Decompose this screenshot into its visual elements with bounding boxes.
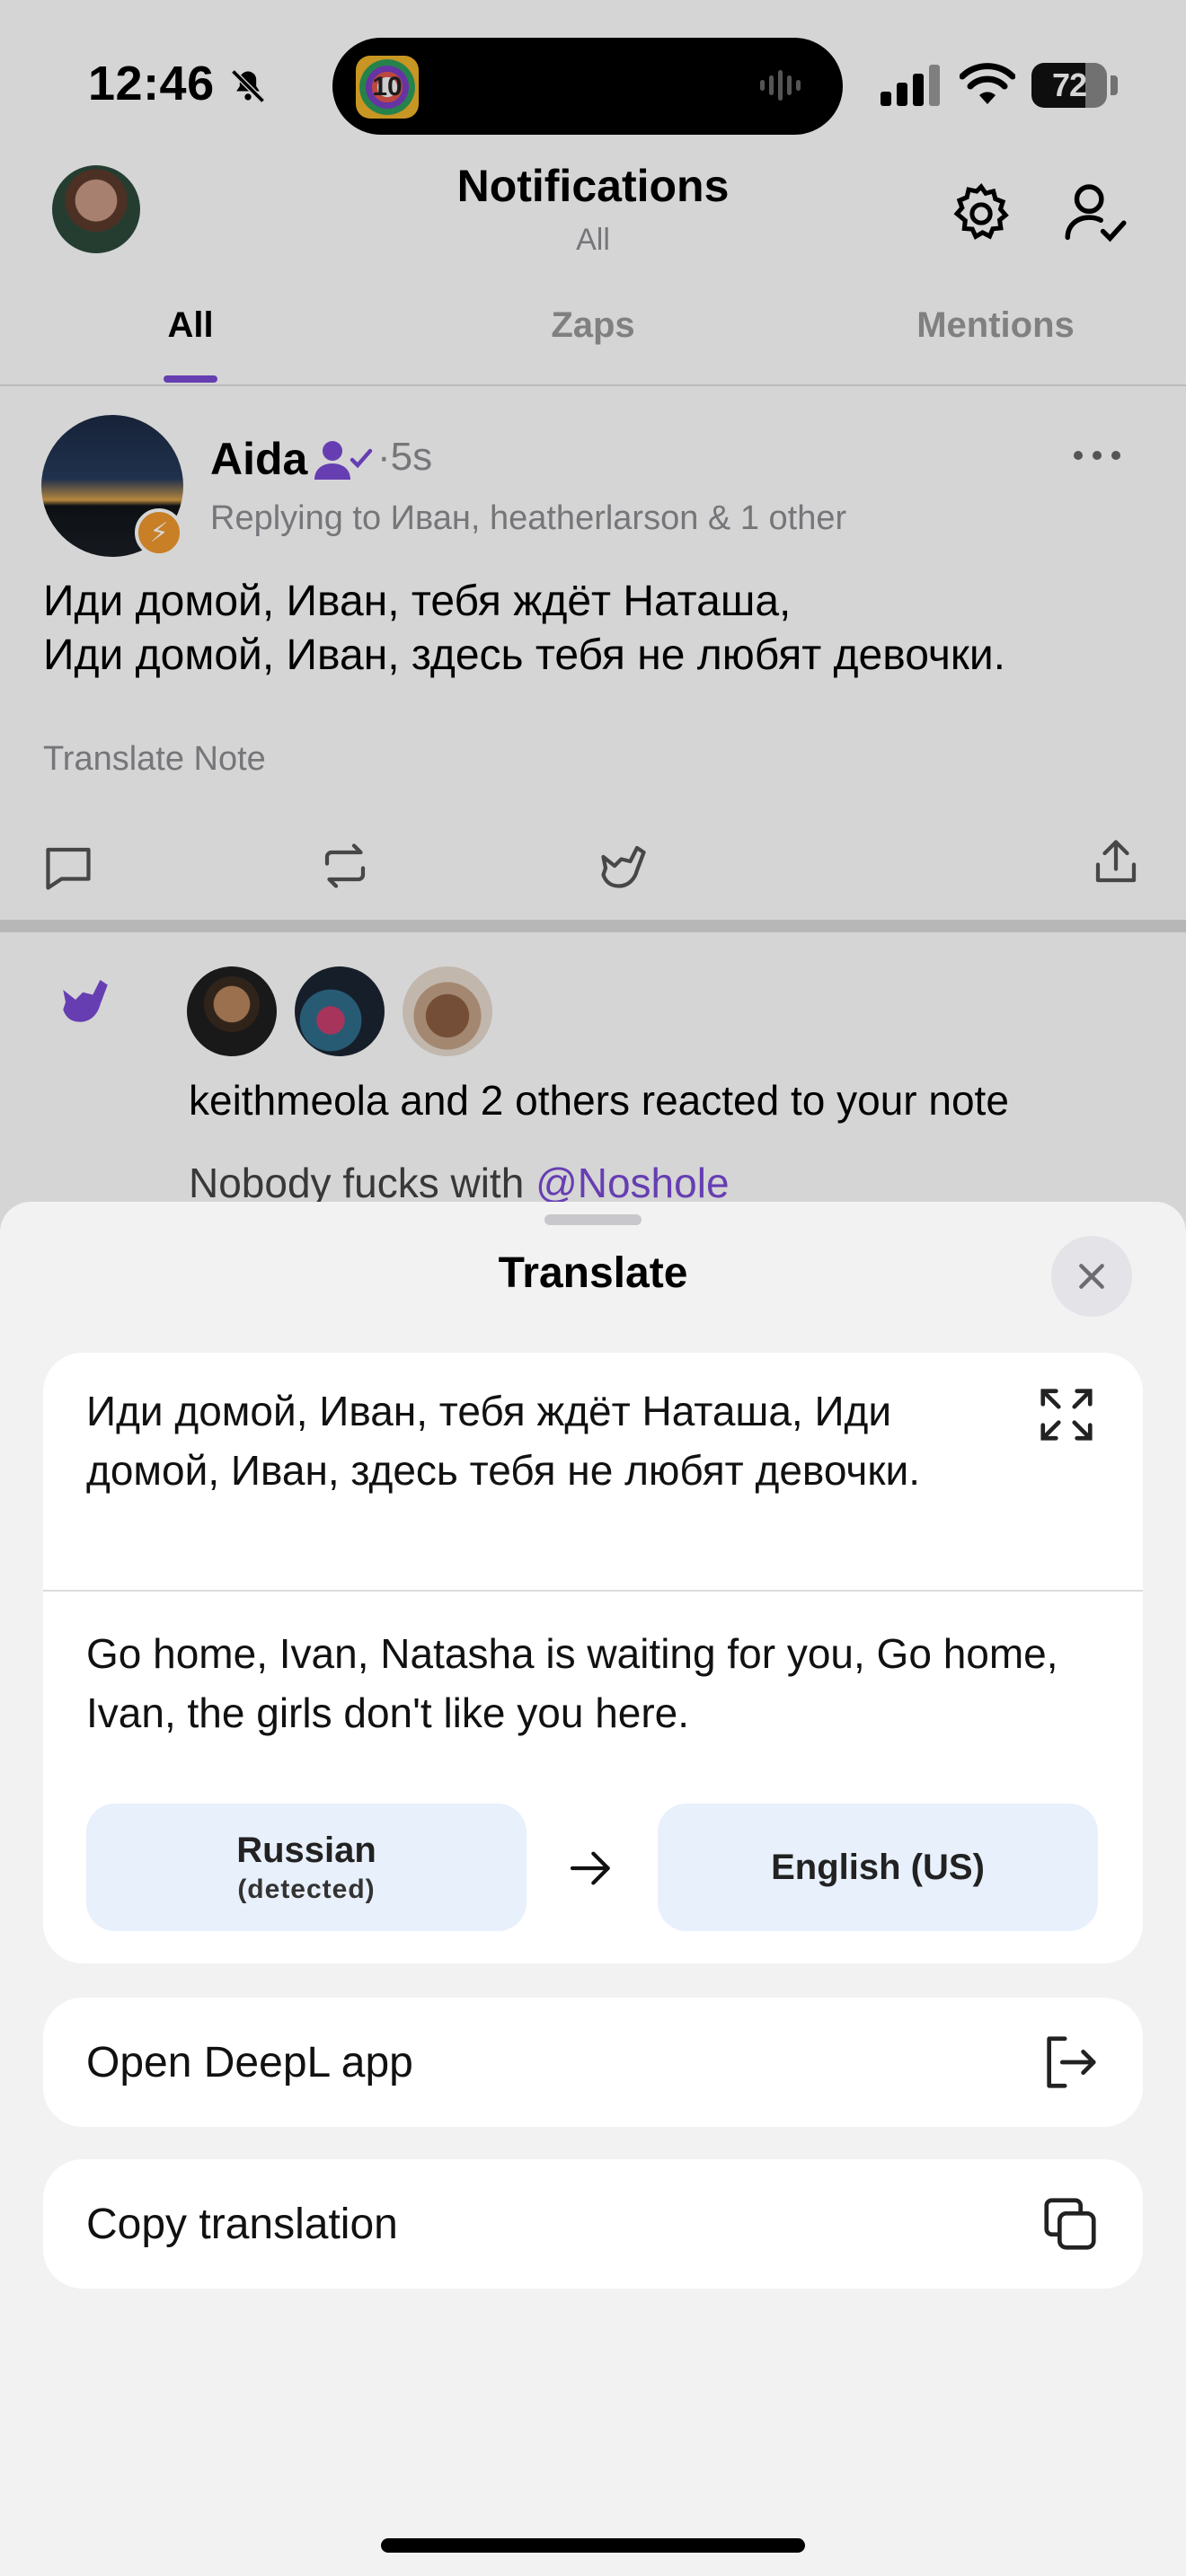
battery-tip bbox=[1111, 75, 1118, 95]
card-divider bbox=[43, 1590, 1143, 1592]
repost-icon[interactable] bbox=[318, 839, 372, 893]
post-timestamp: ·5s bbox=[377, 435, 433, 479]
audio-waveform-icon bbox=[760, 70, 805, 101]
zap-bolt-icon: ⚡ bbox=[135, 508, 183, 557]
home-indicator[interactable] bbox=[381, 2538, 805, 2553]
copy-icon bbox=[1044, 2198, 1096, 2250]
translated-text[interactable]: Go home, Ivan, Natasha is waiting for yo… bbox=[86, 1624, 1111, 1742]
copy-translation-label: Copy translation bbox=[86, 2200, 398, 2248]
open-external-icon bbox=[1047, 2036, 1096, 2088]
quote-text: Nobody fucks with bbox=[189, 1160, 536, 1206]
more-options-icon[interactable] bbox=[1071, 446, 1123, 465]
user-check-icon[interactable] bbox=[1058, 176, 1132, 250]
active-tab-indicator bbox=[164, 375, 217, 383]
post-author-name[interactable]: Aida bbox=[210, 433, 307, 485]
target-language-button[interactable]: English (US) bbox=[658, 1804, 1098, 1931]
cellular-signal-icon bbox=[881, 65, 940, 106]
detected-label: (detected) bbox=[237, 1874, 376, 1904]
status-time: 12:46 bbox=[88, 57, 215, 110]
reactor-avatar[interactable] bbox=[295, 966, 385, 1056]
shaka-reaction-icon bbox=[63, 980, 108, 1022]
close-icon bbox=[1079, 1264, 1104, 1289]
wifi-icon bbox=[960, 63, 1015, 104]
section-divider bbox=[0, 920, 1186, 932]
post-body: Иди домой, Иван, тебя ждёт Наташа, Иди д… bbox=[43, 575, 1157, 683]
settings-gear-icon[interactable] bbox=[947, 180, 1015, 248]
copy-translation-button[interactable]: Copy translation bbox=[43, 2159, 1143, 2289]
sheet-title: Translate bbox=[498, 1249, 688, 1297]
translate-note-link[interactable]: Translate Note bbox=[43, 740, 266, 779]
sheet-grabber[interactable] bbox=[544, 1214, 642, 1225]
source-text[interactable]: Иди домой, Иван, тебя ждёт Наташа, Иди д… bbox=[86, 1381, 1003, 1500]
tab-divider bbox=[0, 384, 1186, 386]
mention-link[interactable]: @Noshole bbox=[535, 1160, 729, 1206]
notifications-screen: 12:46 10 72 Notifications All All Zaps M… bbox=[0, 0, 1186, 1257]
tab-zaps[interactable]: Zaps bbox=[458, 305, 728, 346]
bell-slash-icon bbox=[231, 69, 265, 103]
arrow-right-icon bbox=[570, 1851, 610, 1885]
shaka-icon[interactable] bbox=[597, 839, 651, 893]
source-language-button[interactable]: Russian (detected) bbox=[86, 1804, 527, 1931]
profile-avatar[interactable] bbox=[52, 165, 140, 253]
page-title: Notifications bbox=[456, 161, 730, 211]
close-button[interactable] bbox=[1051, 1236, 1132, 1317]
battery-percentage: 72 bbox=[1051, 66, 1087, 103]
tab-all[interactable]: All bbox=[56, 305, 325, 346]
share-icon[interactable] bbox=[1089, 835, 1143, 889]
target-language-label: English (US) bbox=[771, 1847, 985, 1887]
source-language-label: Russian bbox=[236, 1830, 376, 1870]
tab-mentions[interactable]: Mentions bbox=[861, 305, 1130, 346]
reacted-note-preview[interactable]: Nobody fucks with @Noshole bbox=[189, 1159, 730, 1207]
post-body-line: Иди домой, Иван, здесь тебя не любят дев… bbox=[43, 631, 1005, 679]
reactor-avatar[interactable] bbox=[187, 966, 277, 1056]
open-deepl-app-button[interactable]: Open DeepL app bbox=[43, 1998, 1143, 2127]
open-deepl-app-label: Open DeepL app bbox=[86, 2038, 413, 2086]
reactor-avatar[interactable] bbox=[403, 966, 492, 1056]
reaction-summary[interactable]: keithmeola and 2 others reacted to your … bbox=[189, 1076, 1009, 1125]
replying-to-text[interactable]: Replying to Иван, heatherlarson & 1 othe… bbox=[210, 499, 846, 538]
reply-icon[interactable] bbox=[41, 841, 95, 895]
verified-user-icon bbox=[314, 441, 373, 480]
post-body-line: Иди домой, Иван, тебя ждёт Наташа, bbox=[43, 578, 792, 625]
expand-icon[interactable] bbox=[1035, 1383, 1098, 1446]
page-subtitle: All bbox=[576, 223, 610, 257]
island-app-badge: 10 bbox=[372, 72, 403, 101]
